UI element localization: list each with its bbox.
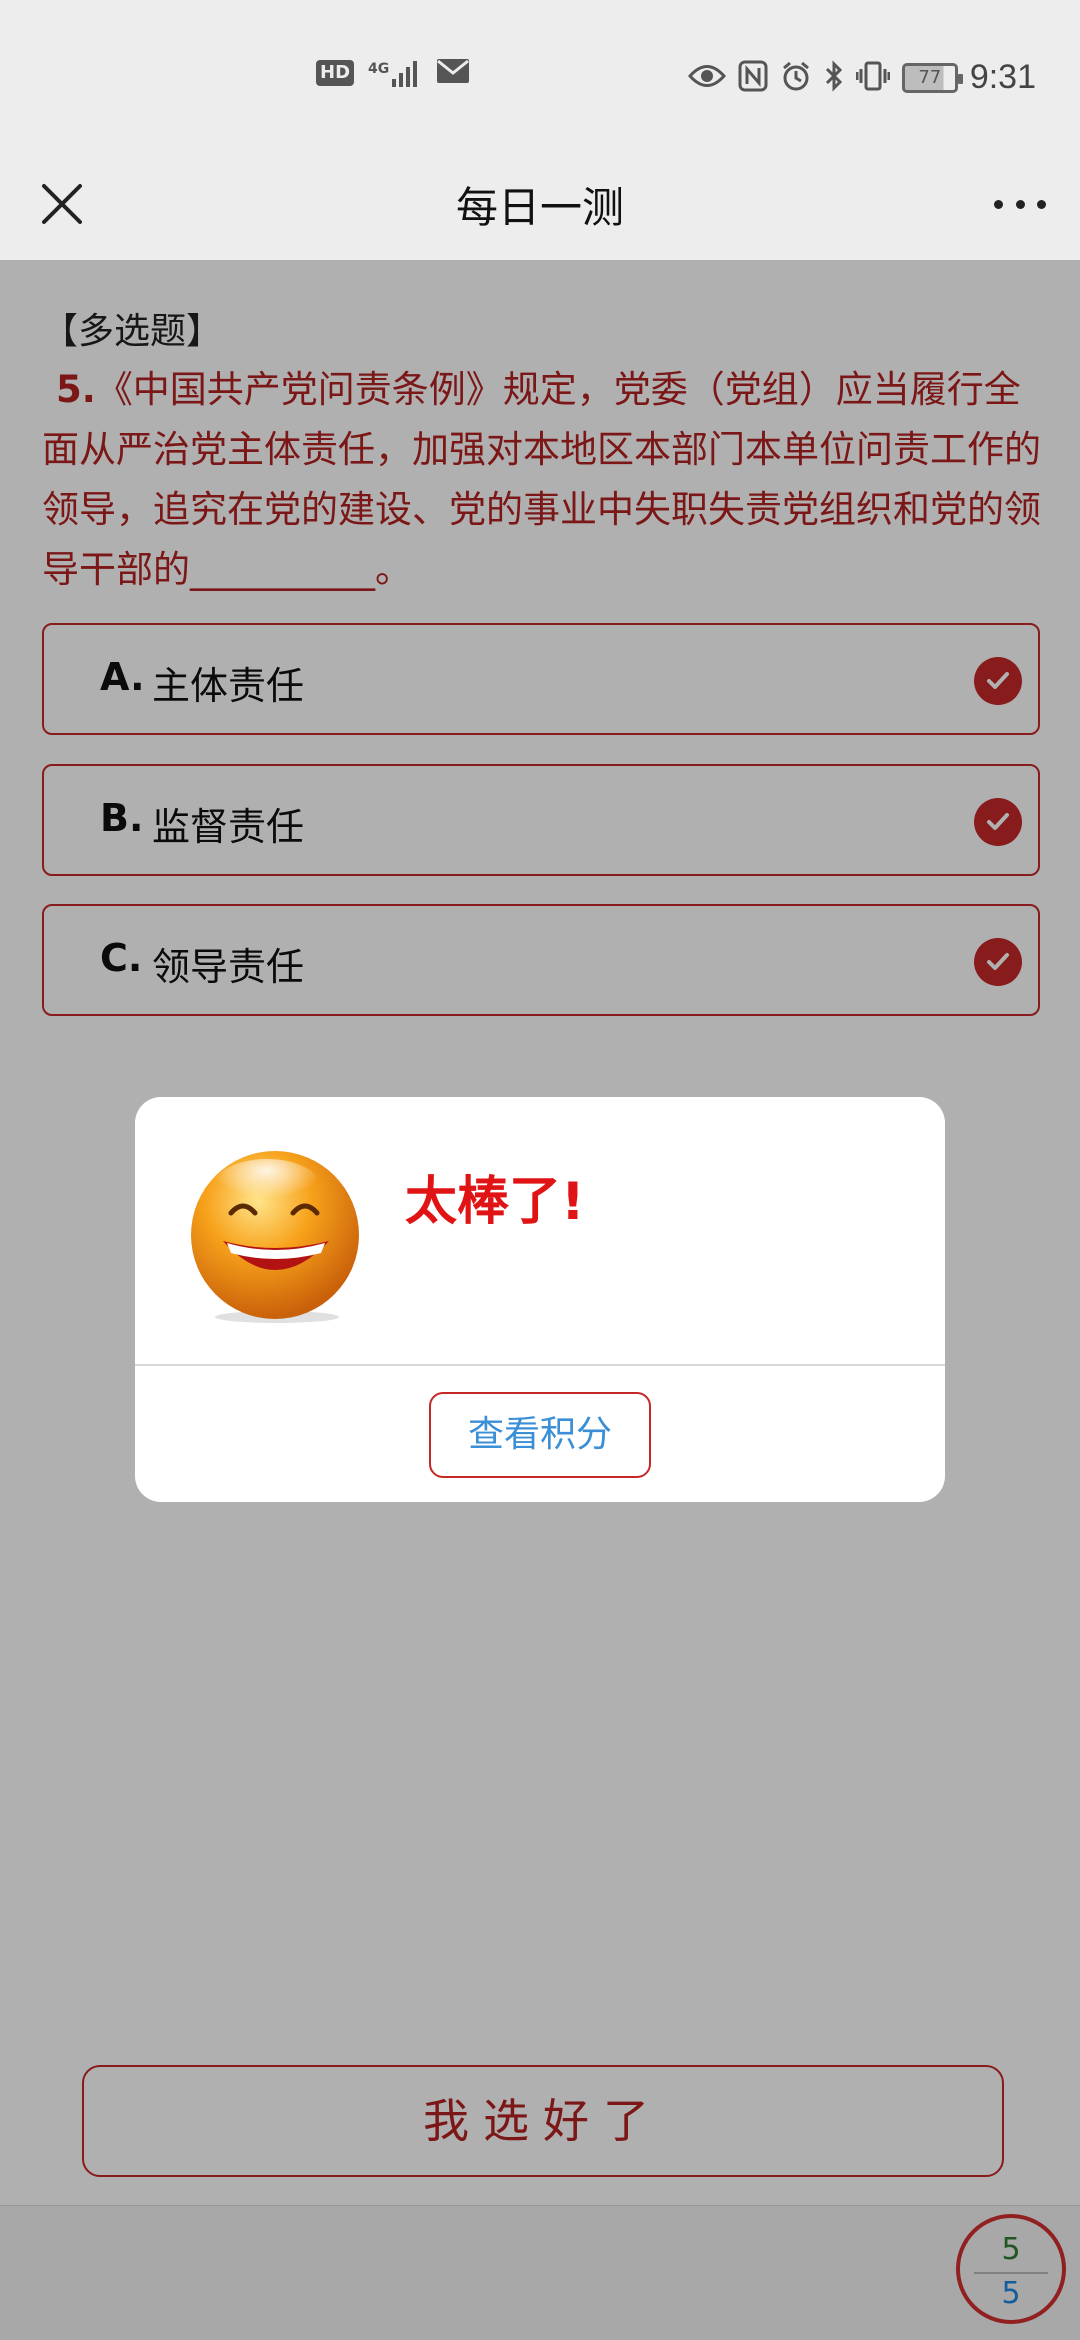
dot bbox=[1015, 199, 1025, 209]
hd-icon: HD bbox=[316, 60, 355, 86]
dot bbox=[994, 199, 1003, 209]
status-bar: HD 4G 77 9:31 bbox=[0, 0, 1080, 150]
more-options-icon[interactable] bbox=[988, 184, 1052, 224]
dialog-divider bbox=[135, 1364, 945, 1366]
result-dialog: 太棒了! 查看积分 bbox=[135, 1097, 945, 1502]
page-title: 每日一测 bbox=[455, 183, 624, 232]
clock-time: 9:31 bbox=[969, 58, 1036, 96]
status-right-icons: 77 9:31 bbox=[687, 58, 1036, 97]
battery-icon: 77 bbox=[901, 62, 963, 93]
smiley-face-icon bbox=[187, 1149, 363, 1325]
nav-bar: 每日一测 bbox=[0, 150, 1080, 260]
eye-icon bbox=[687, 63, 726, 93]
nfc-icon bbox=[738, 60, 768, 96]
bluetooth-icon bbox=[824, 59, 844, 96]
status-left-icons: HD 4G bbox=[316, 58, 470, 88]
vibrate-icon bbox=[855, 60, 891, 96]
view-points-button[interactable]: 查看积分 bbox=[429, 1392, 651, 1478]
signal-4g-icon: 4G bbox=[368, 59, 422, 87]
alarm-icon bbox=[780, 60, 812, 96]
mail-icon bbox=[436, 58, 470, 88]
dialog-title: 太棒了! bbox=[405, 1172, 585, 1232]
dot bbox=[1037, 199, 1046, 209]
